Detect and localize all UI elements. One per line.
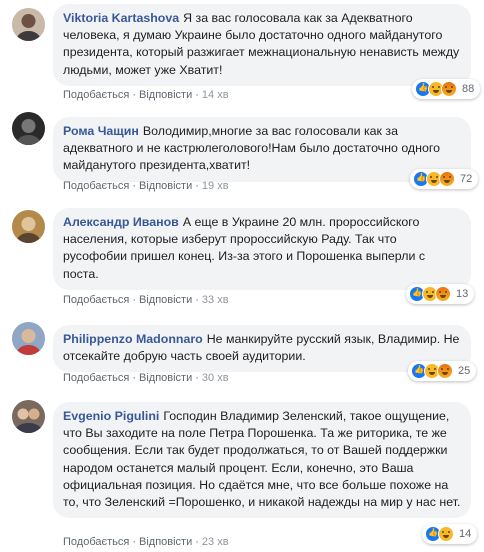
like-link[interactable]: Подобається — [63, 294, 129, 306]
reaction-count: 25 — [458, 365, 471, 377]
reaction-count: 88 — [462, 83, 475, 95]
reaction-summary[interactable]: 88 — [412, 79, 481, 99]
comment-author[interactable]: Александр Иванов — [63, 215, 179, 229]
like-link[interactable]: Подобається — [63, 180, 129, 192]
profile-photo-icon — [12, 112, 45, 145]
angry-icon — [435, 286, 451, 302]
separator: · — [132, 372, 136, 384]
comment-actions: Подобається · Відповісти · 19 хв — [63, 180, 229, 192]
reply-link[interactable]: Відповісти — [139, 536, 192, 548]
comment-bubble: Evgenio Pigulini Господин Владимир Зеленс… — [53, 402, 471, 519]
haha-icon — [438, 526, 454, 542]
separator: · — [195, 372, 199, 384]
avatar[interactable] — [12, 210, 45, 243]
timestamp[interactable]: 33 хв — [202, 294, 229, 306]
comment-actions: Подобається · Відповісти · 14 хв — [63, 89, 229, 101]
profile-photo-icon — [12, 210, 45, 243]
timestamp[interactable]: 23 хв — [202, 536, 229, 548]
comment-author[interactable]: Evgenio Pigulini — [63, 409, 159, 423]
reaction-summary[interactable]: 13 — [406, 284, 475, 304]
like-link[interactable]: Подобається — [63, 536, 129, 548]
comment-bubble: Viktoria Kartashova Я за вас голосовала к… — [53, 4, 471, 86]
comment-bubble: Александр Иванов А еще в Украине 20 млн. … — [53, 208, 471, 290]
profile-photo-icon — [12, 8, 45, 41]
angry-icon — [439, 171, 455, 187]
avatar[interactable] — [12, 8, 45, 41]
separator: · — [195, 89, 199, 101]
comment-author[interactable]: Рома Чащин — [63, 124, 139, 138]
comment-author[interactable]: Viktoria Kartashova — [63, 11, 179, 25]
like-link[interactable]: Подобається — [63, 372, 129, 384]
separator: · — [132, 536, 136, 548]
comment-actions: Подобається · Відповісти · 30 хв — [63, 372, 229, 384]
avatar[interactable] — [12, 112, 45, 145]
reaction-count: 14 — [459, 528, 472, 540]
comment-actions: Подобається · Відповісти · 23 хв — [63, 536, 229, 548]
separator: · — [132, 89, 136, 101]
reply-link[interactable]: Відповісти — [139, 89, 192, 101]
comment-text: Господин Владимир Зеленский, такое ощуще… — [63, 409, 461, 510]
reaction-summary[interactable]: 72 — [410, 169, 479, 189]
comment-author[interactable]: Philippenzo Madonnaro — [63, 332, 203, 346]
profile-photo-icon — [12, 400, 45, 433]
timestamp[interactable]: 14 хв — [202, 89, 229, 101]
reaction-summary[interactable]: 25 — [408, 361, 477, 381]
reply-link[interactable]: Відповісти — [139, 180, 192, 192]
angry-icon — [437, 363, 453, 379]
reply-link[interactable]: Відповісти — [139, 372, 192, 384]
separator: · — [195, 536, 199, 548]
comment-bubble: Рома Чащин Володимир,многие за вас голосо… — [53, 117, 471, 182]
profile-photo-icon — [12, 322, 45, 355]
separator: · — [132, 294, 136, 306]
timestamp[interactable]: 30 хв — [202, 372, 229, 384]
avatar[interactable] — [12, 400, 45, 433]
reaction-count: 13 — [456, 288, 469, 300]
reaction-summary[interactable]: 14 — [422, 524, 478, 544]
like-link[interactable]: Подобається — [63, 89, 129, 101]
comment-actions: Подобається · Відповісти · 33 хв — [63, 294, 229, 306]
avatar[interactable] — [12, 322, 45, 355]
angry-icon — [441, 81, 457, 97]
separator: · — [195, 294, 199, 306]
reply-link[interactable]: Відповісти — [139, 294, 192, 306]
separator: · — [132, 180, 136, 192]
timestamp[interactable]: 19 хв — [202, 180, 229, 192]
separator: · — [195, 180, 199, 192]
reaction-count: 72 — [460, 173, 473, 185]
